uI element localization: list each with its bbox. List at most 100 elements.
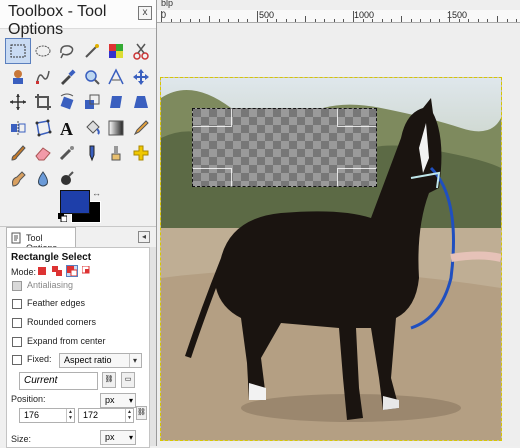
ruler-tick bbox=[257, 11, 258, 22]
expand-label: Expand from center bbox=[27, 336, 106, 346]
ratio-input[interactable]: Current bbox=[19, 372, 98, 390]
ruler-tick bbox=[276, 19, 278, 22]
zoom-icon bbox=[84, 69, 100, 85]
tool-button[interactable] bbox=[30, 89, 56, 115]
tool-button[interactable] bbox=[79, 115, 105, 141]
tool-button[interactable] bbox=[103, 140, 129, 166]
position-y-value: 172 bbox=[83, 410, 99, 420]
rectangle-selection[interactable] bbox=[192, 108, 377, 187]
tab-tool-options[interactable]: Tool Options bbox=[6, 227, 76, 253]
tool-button[interactable] bbox=[128, 115, 154, 141]
tool-button[interactable] bbox=[128, 140, 154, 166]
ruler-tick bbox=[199, 19, 201, 22]
tool-button[interactable] bbox=[103, 115, 129, 141]
spinner-icon[interactable]: ▲ ▼ bbox=[66, 409, 74, 422]
tool-button[interactable] bbox=[128, 64, 154, 90]
tool-button[interactable] bbox=[128, 38, 154, 64]
orientation-icon[interactable]: ▭ bbox=[121, 372, 135, 388]
tool-button[interactable] bbox=[103, 64, 129, 90]
scissors-icon bbox=[132, 43, 149, 60]
fixed-checkbox[interactable] bbox=[12, 355, 22, 365]
mode-intersect-icon[interactable] bbox=[82, 266, 92, 276]
ruler-tick bbox=[487, 19, 489, 22]
align-icon bbox=[10, 94, 26, 110]
horizontal-ruler[interactable]: 0 500 1000 1500 bbox=[157, 10, 520, 23]
selection-handle[interactable] bbox=[193, 168, 232, 186]
tool-button[interactable] bbox=[30, 140, 56, 166]
feather-checkbox[interactable] bbox=[12, 299, 22, 309]
tool-options-icon bbox=[11, 232, 21, 244]
expand-checkbox[interactable] bbox=[12, 337, 22, 347]
ruler-tick bbox=[161, 11, 162, 22]
tool-button[interactable] bbox=[54, 166, 80, 192]
ruler-tick bbox=[429, 19, 431, 22]
selection-handle[interactable] bbox=[337, 109, 376, 127]
swap-colors-icon[interactable]: ↔ bbox=[92, 189, 101, 198]
mode-add-icon[interactable] bbox=[52, 266, 62, 276]
window-title: Toolbox - Tool Options bbox=[8, 3, 107, 38]
tool-button[interactable] bbox=[30, 38, 56, 64]
smudge-icon bbox=[12, 170, 26, 187]
ruler-tick bbox=[362, 19, 364, 22]
tool-button[interactable] bbox=[79, 64, 105, 90]
ruler-tick bbox=[506, 19, 508, 22]
ruler-tick bbox=[458, 19, 460, 22]
tool-button[interactable] bbox=[30, 64, 56, 90]
move-icon bbox=[132, 68, 149, 85]
ruler-label: 1000 bbox=[354, 10, 375, 20]
tab-menu-button[interactable]: ◂ bbox=[138, 231, 150, 243]
tool-button[interactable] bbox=[103, 38, 129, 64]
tool-button[interactable] bbox=[103, 89, 129, 115]
tool-button[interactable] bbox=[54, 64, 80, 90]
tool-button[interactable] bbox=[54, 89, 80, 115]
foreground-color-swatch[interactable] bbox=[60, 190, 90, 214]
tool-button[interactable] bbox=[128, 89, 154, 115]
rounded-checkbox[interactable] bbox=[12, 318, 22, 328]
feather-label: Feather edges bbox=[27, 298, 86, 308]
antialiasing-checkbox[interactable] bbox=[12, 281, 22, 291]
tool-button[interactable] bbox=[30, 166, 56, 192]
tool-button[interactable] bbox=[5, 166, 31, 192]
tool-button[interactable] bbox=[30, 115, 56, 141]
ink-icon bbox=[89, 145, 94, 162]
selection-handle[interactable] bbox=[193, 109, 232, 127]
default-colors-icon[interactable] bbox=[58, 213, 67, 222]
fixed-select[interactable]: Aspect ratio ▾ bbox=[59, 353, 142, 368]
position-y-input[interactable]: 172 ▲ ▼ bbox=[78, 408, 134, 423]
svg-text:A: A bbox=[60, 119, 73, 138]
mode-replace-icon[interactable] bbox=[37, 266, 47, 276]
tool-options-pane: Rectangle Select Mode: Antialiasing Feat… bbox=[6, 247, 150, 448]
tool-button[interactable] bbox=[54, 38, 80, 64]
tool-button[interactable] bbox=[5, 140, 31, 166]
spinner-icon[interactable]: ▲ ▼ bbox=[125, 409, 133, 422]
color-picker-icon bbox=[61, 68, 76, 85]
measure-icon bbox=[108, 67, 124, 84]
chain-icon[interactable]: ⛓ bbox=[102, 372, 116, 388]
position-x-input[interactable]: 176 ▲ ▼ bbox=[19, 408, 75, 423]
tool-button[interactable] bbox=[5, 38, 31, 64]
ruler-tick bbox=[285, 19, 287, 22]
tool-button[interactable] bbox=[5, 89, 31, 115]
tool-button[interactable]: A bbox=[54, 115, 80, 141]
shear-icon bbox=[110, 96, 122, 108]
tool-button[interactable] bbox=[54, 140, 80, 166]
chain-icon[interactable]: ⛓ bbox=[136, 406, 147, 420]
mode-label: Mode: bbox=[11, 267, 37, 277]
position-unit-select[interactable]: px ▾ bbox=[100, 393, 136, 408]
chevron-down-icon: ▾ bbox=[128, 433, 133, 442]
lasso-icon bbox=[60, 45, 74, 59]
ratio-input-value: Current bbox=[24, 375, 58, 386]
tool-button[interactable] bbox=[79, 38, 105, 64]
selection-handle[interactable] bbox=[337, 168, 376, 186]
options-scrollbar[interactable] bbox=[150, 247, 156, 446]
ruler-tick bbox=[170, 19, 172, 22]
close-button[interactable]: x bbox=[138, 6, 152, 20]
size-unit-select[interactable]: px ▾ bbox=[100, 430, 136, 445]
tool-button[interactable] bbox=[5, 115, 31, 141]
tool-button[interactable] bbox=[79, 140, 105, 166]
ruler-tick bbox=[372, 19, 374, 22]
tool-button[interactable] bbox=[5, 64, 31, 90]
mode-subtract-icon[interactable] bbox=[66, 265, 78, 277]
ruler-tick bbox=[353, 11, 354, 22]
tool-button[interactable] bbox=[79, 89, 105, 115]
